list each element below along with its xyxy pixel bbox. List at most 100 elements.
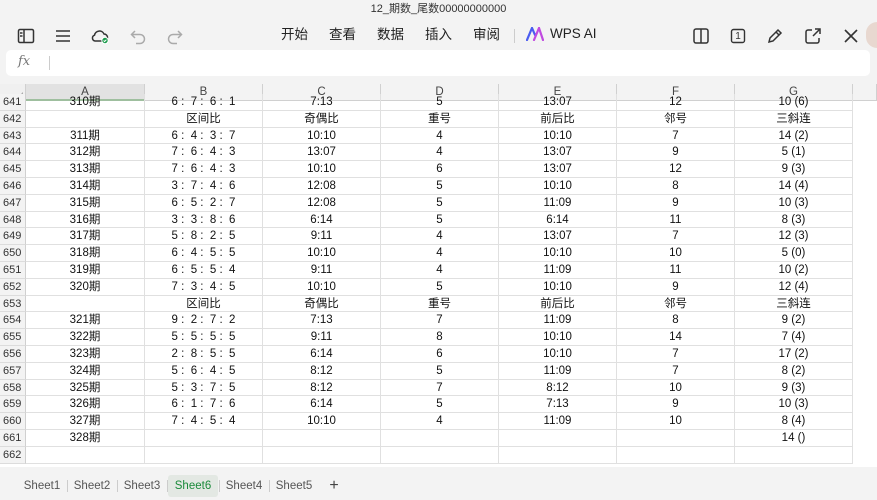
share-icon[interactable]	[802, 25, 824, 47]
cell-b[interactable]: 区间比	[145, 295, 263, 313]
cell-g[interactable]: 三斜连	[735, 110, 853, 128]
cell-b[interactable]: 5 : 6 : 4 : 5	[145, 362, 263, 380]
cell-b[interactable]: 6 : 5 : 2 : 7	[145, 194, 263, 212]
cell-g[interactable]: 14 (2)	[735, 127, 853, 145]
row-header[interactable]: 642	[0, 110, 26, 128]
cell-b[interactable]: 5 : 8 : 2 : 5	[145, 228, 263, 246]
cell-b[interactable]: 9 : 2 : 7 : 2	[145, 312, 263, 330]
row-header[interactable]: 644	[0, 144, 26, 162]
cell-b[interactable]: 7 : 3 : 4 : 5	[145, 278, 263, 296]
row-header[interactable]: 653	[0, 295, 26, 313]
cell-d[interactable]: 5	[381, 194, 499, 212]
cell-e[interactable]	[499, 446, 617, 464]
cell-g[interactable]: 12 (3)	[735, 228, 853, 246]
cell-f[interactable]: 8	[617, 312, 735, 330]
cell-b[interactable]: 7 : 6 : 4 : 3	[145, 144, 263, 162]
cell-c[interactable]: 9:11	[263, 262, 381, 279]
cell-d[interactable]: 4	[381, 262, 499, 279]
cell-g[interactable]: 17 (2)	[735, 346, 853, 363]
menu-insert[interactable]: 插入	[425, 26, 452, 44]
cell-d[interactable]	[381, 446, 499, 464]
cell-e[interactable]: 前后比	[499, 110, 617, 128]
row-header[interactable]: 658	[0, 379, 26, 397]
row-header[interactable]: 648	[0, 211, 26, 229]
cell-e[interactable]: 10:10	[499, 245, 617, 262]
cell-e[interactable]: 11:09	[499, 362, 617, 380]
cell-a[interactable]: 318期	[26, 245, 145, 262]
cell-e[interactable]: 前后比	[499, 295, 617, 313]
cell-a[interactable]: 320期	[26, 278, 145, 296]
cell-g[interactable]: 8 (4)	[735, 413, 853, 430]
cell-b[interactable]: 6 : 5 : 5 : 4	[145, 262, 263, 279]
page-count-icon[interactable]: 1	[727, 25, 749, 47]
row-header[interactable]: 656	[0, 346, 26, 363]
sheet-tab-sheet1[interactable]: Sheet1	[18, 475, 66, 497]
cell-f[interactable]: 7	[617, 362, 735, 380]
cell-d[interactable]: 8	[381, 329, 499, 346]
menu-start[interactable]: 开始	[281, 26, 308, 44]
cell-c[interactable]: 10:10	[263, 278, 381, 296]
cell-g[interactable]: 10 (3)	[735, 194, 853, 212]
close-icon[interactable]	[840, 25, 862, 47]
cell-e[interactable]: 6:14	[499, 211, 617, 229]
cell-a[interactable]: 324期	[26, 362, 145, 380]
cell-f[interactable]: 10	[617, 413, 735, 430]
row-header[interactable]: 655	[0, 329, 26, 346]
cell-d[interactable]: 7	[381, 379, 499, 397]
cell-d[interactable]: 5	[381, 211, 499, 229]
cell-a[interactable]: 322期	[26, 329, 145, 346]
cell-d[interactable]: 4	[381, 245, 499, 262]
sheet-tab-sheet6[interactable]: Sheet6	[168, 475, 218, 497]
menu-icon[interactable]	[52, 25, 74, 47]
cell-a[interactable]: 312期	[26, 144, 145, 162]
cell-b[interactable]: 6 : 4 : 5 : 5	[145, 245, 263, 262]
cell-e[interactable]: 11:09	[499, 312, 617, 330]
cell-d[interactable]: 5	[381, 278, 499, 296]
cell-a[interactable]: 314期	[26, 178, 145, 195]
cell-b[interactable]	[145, 430, 263, 447]
row-header[interactable]: 646	[0, 178, 26, 195]
cell-g[interactable]: 三斜连	[735, 295, 853, 313]
cell-a[interactable]: 325期	[26, 379, 145, 397]
cell-f[interactable]: 9	[617, 144, 735, 162]
cell-b[interactable]: 6 : 1 : 7 : 6	[145, 396, 263, 414]
undo-icon[interactable]	[127, 25, 149, 47]
cell-e[interactable]: 11:09	[499, 413, 617, 430]
cell-f[interactable]: 9	[617, 278, 735, 296]
sidebar-toggle-icon[interactable]	[15, 25, 37, 47]
cell-b[interactable]: 区间比	[145, 110, 263, 128]
cell-c[interactable]: 6:14	[263, 346, 381, 363]
cell-f[interactable]: 8	[617, 178, 735, 195]
cell-f[interactable]: 邻号	[617, 295, 735, 313]
cell-g[interactable]: 14 ()	[735, 430, 853, 447]
cell-d[interactable]: 4	[381, 228, 499, 246]
cell-f[interactable]: 12	[617, 161, 735, 178]
cell-g[interactable]: 5 (0)	[735, 245, 853, 262]
cell-a[interactable]: 326期	[26, 396, 145, 414]
sheet-tab-sheet3[interactable]: Sheet3	[118, 475, 166, 497]
cell-c[interactable]: 奇偶比	[263, 110, 381, 128]
cell-c[interactable]	[263, 430, 381, 447]
cell-g[interactable]: 8 (3)	[735, 211, 853, 229]
cell-g[interactable]: 7 (4)	[735, 329, 853, 346]
cell-f[interactable]: 10	[617, 379, 735, 397]
row-header[interactable]: 641	[0, 94, 26, 111]
cell-c[interactable]: 7:13	[263, 312, 381, 330]
cell-c[interactable]: 10:10	[263, 245, 381, 262]
cell-d[interactable]: 6	[381, 161, 499, 178]
cell-f[interactable]: 11	[617, 262, 735, 279]
cell-a[interactable]: 328期	[26, 430, 145, 447]
cell-g[interactable]: 9 (3)	[735, 161, 853, 178]
cell-e[interactable]: 10:10	[499, 346, 617, 363]
cell-b[interactable]: 5 : 5 : 5 : 5	[145, 329, 263, 346]
cell-e[interactable]	[499, 430, 617, 447]
cell-d[interactable]: 4	[381, 127, 499, 145]
cell-a[interactable]: 316期	[26, 211, 145, 229]
cell-d[interactable]: 5	[381, 362, 499, 380]
cell-g[interactable]: 9 (3)	[735, 379, 853, 397]
cell-f[interactable]: 12	[617, 94, 735, 111]
row-header[interactable]: 662	[0, 446, 26, 464]
cell-f[interactable]: 11	[617, 211, 735, 229]
cell-g[interactable]: 8 (2)	[735, 362, 853, 380]
cell-b[interactable]	[145, 446, 263, 464]
